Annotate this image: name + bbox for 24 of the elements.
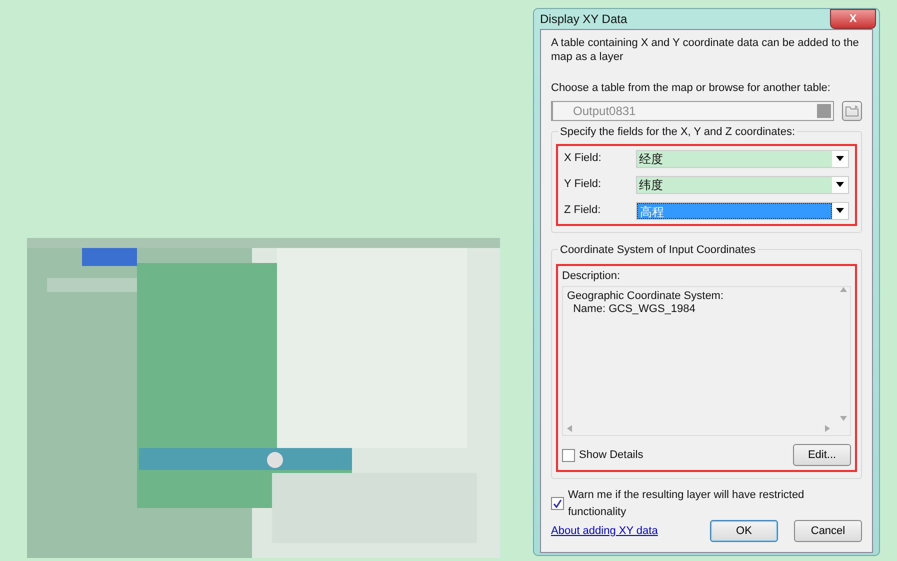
intro-text: A table containing X and Y coordinate data can be added to the map as a layer [551,36,860,64]
description-text: Name: GCS_WGS_1984 [572,303,696,316]
help-link[interactable]: About adding XY data [551,522,694,540]
scroll-down-icon[interactable] [840,416,846,421]
cancel-button[interactable]: Cancel [794,520,862,542]
table-prompt: Choose a table from the map or browse for another table: [551,81,832,96]
description-label: Description: [562,268,622,284]
browse-button[interactable] [842,100,862,120]
folder-icon [845,104,859,116]
window-title: Display XY Data [540,11,628,28]
edit-button[interactable]: Edit... [793,444,851,466]
field-dropdown[interactable]: 经度 [636,150,849,168]
show-details-checkbox[interactable]: Show Details [562,446,644,464]
checkmark-icon [553,499,562,508]
field-dropdown[interactable]: 纬度 [636,176,849,194]
scroll-right-icon[interactable] [825,424,830,432]
description-text: Geographic Coordinate System: [567,290,725,303]
field-label: Z Field: [564,203,602,218]
field-label: Y Field: [564,177,602,192]
warn-checkbox[interactable]: Warn me if the resulting layer will have restricted functionality [551,487,862,520]
ok-button[interactable]: OK [710,520,778,542]
scroll-left-icon[interactable] [567,424,572,432]
field-label: X Field: [564,151,602,166]
scroll-up-icon[interactable] [840,287,846,292]
